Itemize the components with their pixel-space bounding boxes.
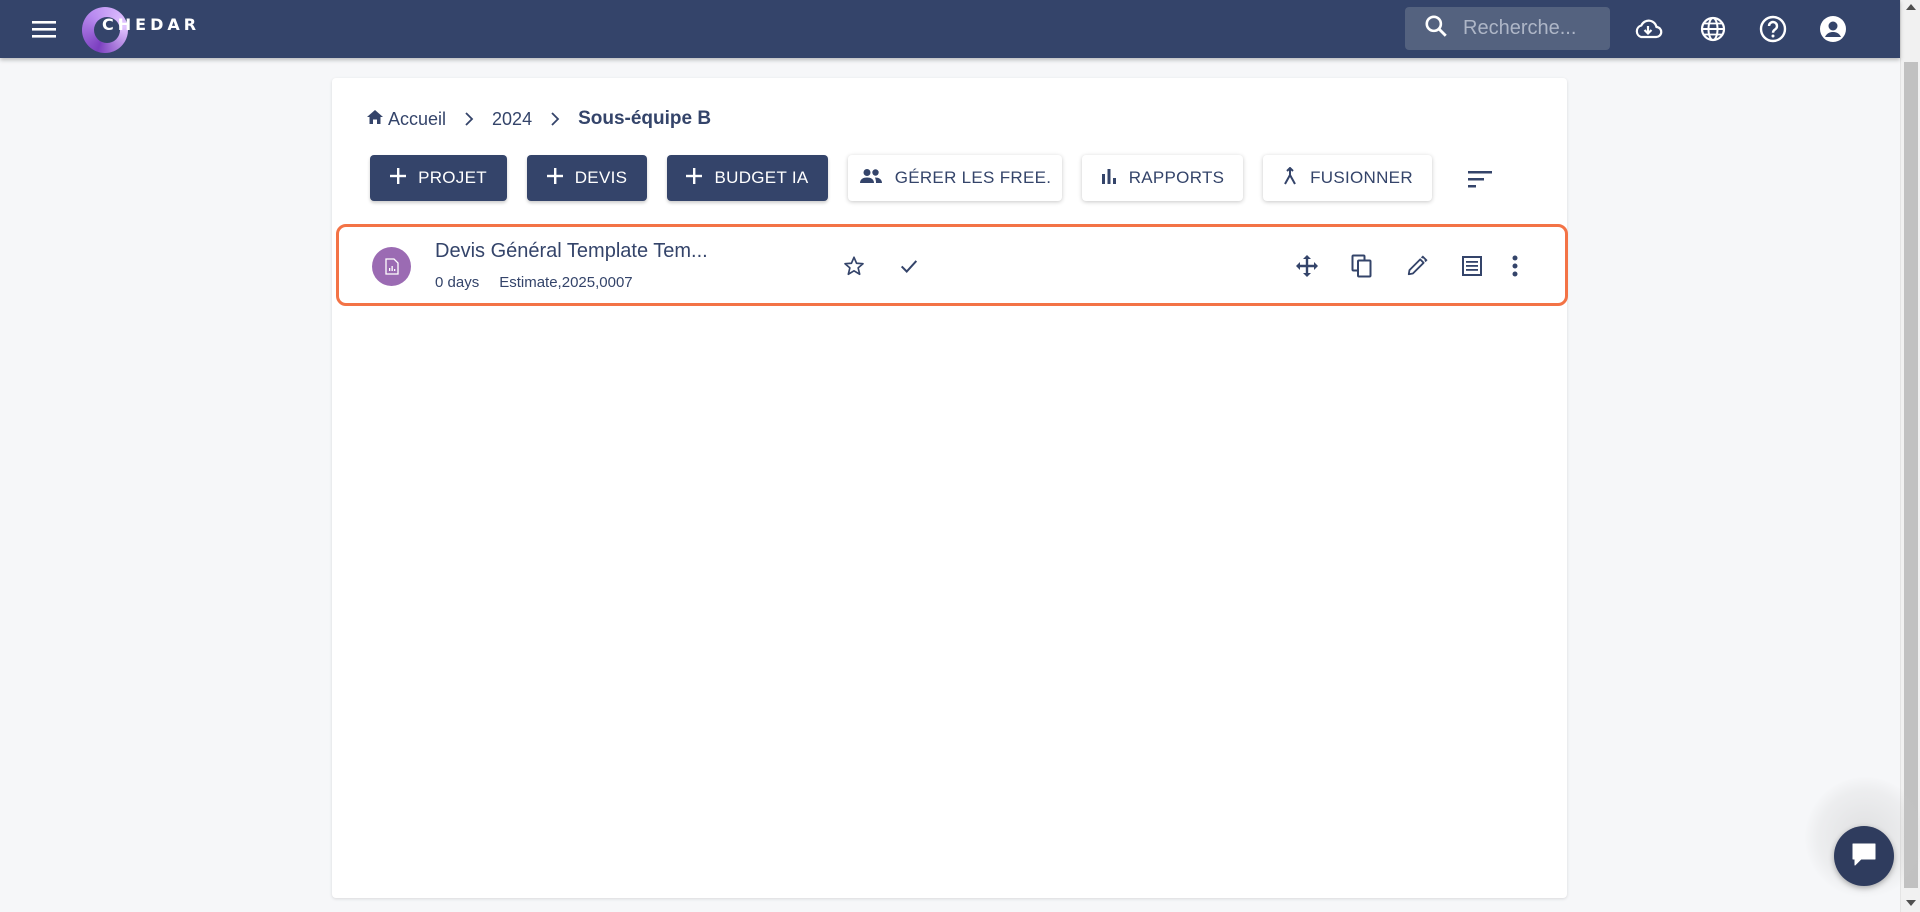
move-icon[interactable] — [1292, 251, 1322, 281]
reports-button[interactable]: RAPPORTS — [1082, 155, 1243, 201]
bar-chart-icon — [1101, 168, 1117, 189]
list-item[interactable]: Devis Général Template Tem... 0 days Est… — [336, 224, 1568, 306]
logo-text: CHEDAR — [102, 15, 201, 34]
cloud-download-icon[interactable] — [1632, 13, 1664, 45]
more-vert-icon[interactable] — [1500, 251, 1530, 281]
item-title[interactable]: Devis Général Template Tem... — [435, 240, 708, 263]
merge-button[interactable]: FUSIONNER — [1263, 155, 1432, 201]
content-card: Accueil 2024 Sous-équipe B PROJET DEVIS … — [332, 78, 1568, 898]
scroll-up-icon[interactable] — [1906, 4, 1916, 10]
breadcrumb: Accueil 2024 Sous-équipe B — [366, 108, 711, 130]
people-icon — [859, 168, 883, 189]
copy-icon[interactable] — [1347, 251, 1377, 281]
search-box[interactable] — [1405, 7, 1610, 50]
menu-icon[interactable] — [28, 15, 60, 43]
manage-freelancers-button[interactable]: GÉRER LES FREE. — [848, 155, 1062, 201]
home-icon — [366, 109, 384, 130]
plus-icon — [686, 167, 703, 189]
add-devis-button[interactable]: DEVIS — [527, 155, 647, 201]
plus-icon — [390, 167, 407, 189]
reports-label: RAPPORTS — [1128, 168, 1225, 187]
document-avatar-icon — [372, 247, 411, 286]
chat-bubble-icon — [1850, 840, 1878, 873]
add-budget-ia-button[interactable]: BUDGET IA — [667, 155, 828, 201]
breadcrumb-current-label: Sous-équipe B — [578, 108, 712, 129]
edit-icon[interactable] — [1402, 251, 1432, 281]
breadcrumb-year[interactable]: 2024 — [492, 109, 532, 130]
breadcrumb-current: Sous-équipe B — [578, 108, 711, 130]
chevron-right-icon — [550, 112, 560, 126]
item-reference: Estimate,2025,0007 — [499, 274, 633, 291]
list-details-icon[interactable] — [1457, 251, 1487, 281]
search-icon — [1423, 13, 1449, 44]
add-budget-ia-label: BUDGET IA — [714, 168, 809, 187]
search-input[interactable] — [1463, 17, 1603, 40]
plus-icon — [546, 167, 563, 189]
check-icon[interactable] — [894, 251, 924, 281]
item-duration: 0 days — [435, 274, 480, 291]
scroll-down-icon[interactable] — [1906, 900, 1916, 906]
add-projet-button[interactable]: PROJET — [370, 155, 507, 201]
merge-icon — [1282, 166, 1298, 190]
chevron-right-icon — [464, 112, 474, 126]
account-circle-icon[interactable] — [1817, 13, 1849, 45]
page-scrollbar[interactable] — [1900, 0, 1920, 912]
breadcrumb-home-label: Accueil — [388, 108, 447, 129]
item-meta: 0 days Estimate,2025,0007 — [435, 274, 633, 291]
app-logo[interactable]: CHEDAR — [82, 6, 196, 54]
sort-icon[interactable] — [1465, 166, 1495, 192]
breadcrumb-home[interactable]: Accueil — [366, 109, 446, 130]
manage-freelancers-label: GÉRER LES FREE. — [894, 168, 1052, 187]
add-devis-label: DEVIS — [574, 168, 628, 187]
chat-button[interactable] — [1834, 826, 1894, 886]
add-projet-label: PROJET — [418, 168, 487, 187]
breadcrumb-year-label: 2024 — [492, 108, 533, 129]
globe-icon[interactable] — [1697, 13, 1729, 45]
merge-label: FUSIONNER — [1310, 168, 1413, 187]
star-icon[interactable] — [839, 251, 869, 281]
top-app-bar: CHEDAR — [0, 0, 1900, 58]
scrollbar-thumb[interactable] — [1904, 62, 1918, 888]
help-icon[interactable] — [1757, 13, 1789, 45]
